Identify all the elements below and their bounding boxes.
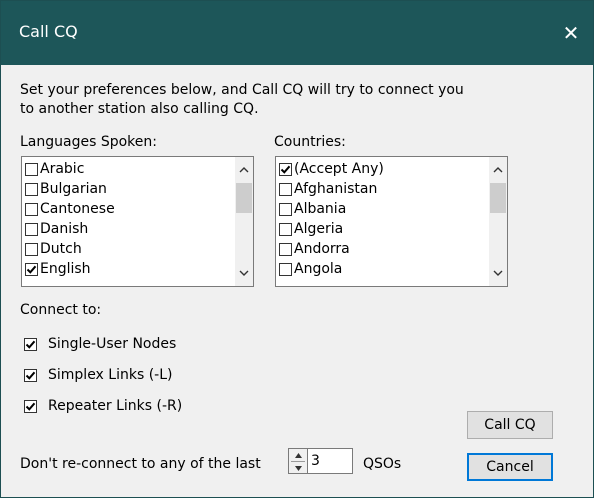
checkbox-checked[interactable] <box>25 262 38 276</box>
cancel-button[interactable]: Cancel <box>467 453 553 481</box>
list-item-label: Bulgarian <box>40 181 107 197</box>
intro-line-2: to another station also calling CQ. <box>20 101 259 117</box>
connect-option-label: Simplex Links (-L) <box>48 367 173 383</box>
qso-count-field[interactable]: 3 <box>307 448 353 474</box>
checkbox[interactable] <box>25 202 38 216</box>
countries-list: (Accept Any) Afghanistan Albania Algeria And… <box>278 159 487 279</box>
connect-option[interactable]: Single-User Nodes <box>24 336 176 352</box>
countries-label: Countries: <box>274 134 346 150</box>
list-item[interactable]: Angola <box>278 259 487 279</box>
list-item-label: Arabic <box>40 161 85 177</box>
scroll-thumb[interactable] <box>236 183 252 213</box>
checkbox-checked[interactable] <box>279 162 292 176</box>
languages-list: Arabic Bulgarian Cantonese Danish Dutch Engli… <box>24 159 233 279</box>
close-icon: ✕ <box>562 21 580 45</box>
reconnect-label: Don't re-connect to any of the last <box>20 456 261 472</box>
checkbox-checked[interactable] <box>24 368 37 382</box>
list-item[interactable]: Cantonese <box>24 199 233 219</box>
languages-label: Languages Spoken: <box>20 134 157 150</box>
scroll-thumb[interactable] <box>490 183 506 213</box>
checkbox-checked[interactable] <box>24 337 37 351</box>
checkbox-checked[interactable] <box>24 399 37 413</box>
list-item[interactable]: Bulgarian <box>24 179 233 199</box>
checkbox[interactable] <box>279 182 292 196</box>
checkbox[interactable] <box>279 242 292 256</box>
chevron-up-icon[interactable] <box>235 161 253 179</box>
connect-to-label: Connect to: <box>20 302 102 318</box>
languages-scrollbar[interactable] <box>235 157 253 286</box>
list-item[interactable]: Andorra <box>278 239 487 259</box>
intro-line-1: Set your preferences below, and Call CQ … <box>20 82 464 98</box>
list-item-label: Afghanistan <box>294 181 378 197</box>
countries-scrollbar[interactable] <box>489 157 507 286</box>
call-cq-button[interactable]: Call CQ <box>467 411 553 439</box>
checkbox[interactable] <box>279 222 292 236</box>
chevron-down-icon[interactable] <box>489 264 507 282</box>
checkmark-icon <box>280 165 291 174</box>
list-item[interactable]: English <box>24 259 233 279</box>
list-item[interactable]: Dutch <box>24 239 233 259</box>
checkmark-icon <box>25 402 36 411</box>
list-item-label: English <box>40 261 91 277</box>
chevron-down-icon[interactable] <box>235 264 253 282</box>
qso-spinner[interactable] <box>288 448 308 474</box>
list-item-label: Albania <box>294 201 347 217</box>
countries-listbox[interactable]: (Accept Any) Afghanistan Albania Algeria And… <box>275 156 508 287</box>
chevron-up-icon[interactable] <box>289 449 307 461</box>
list-item[interactable]: Danish <box>24 219 233 239</box>
list-item[interactable]: Algeria <box>278 219 487 239</box>
list-item[interactable]: Arabic <box>24 159 233 179</box>
list-item-label: Algeria <box>294 221 344 237</box>
list-item-label: Danish <box>40 221 89 237</box>
checkmark-icon <box>25 340 36 349</box>
checkbox[interactable] <box>25 242 38 256</box>
list-item-label: Andorra <box>294 241 350 257</box>
checkbox[interactable] <box>279 202 292 216</box>
window-title: Call CQ <box>19 22 78 41</box>
list-item[interactable]: Afghanistan <box>278 179 487 199</box>
connect-option-label: Repeater Links (-R) <box>48 398 183 414</box>
list-item-label: Cantonese <box>40 201 115 217</box>
checkbox[interactable] <box>25 162 38 176</box>
checkbox[interactable] <box>279 262 292 276</box>
call-cq-dialog: Call CQ ✕ Set your preferences below, an… <box>0 0 594 498</box>
checkbox[interactable] <box>25 182 38 196</box>
chevron-down-icon[interactable] <box>289 462 307 474</box>
list-item[interactable]: (Accept Any) <box>278 159 487 179</box>
connect-option-label: Single-User Nodes <box>48 336 177 352</box>
intro-text: Set your preferences below, and Call CQ … <box>20 81 520 119</box>
checkmark-icon <box>25 371 36 380</box>
qsos-label: QSOs <box>363 456 402 472</box>
languages-listbox[interactable]: Arabic Bulgarian Cantonese Danish Dutch Engli… <box>21 156 254 287</box>
list-item-label: Dutch <box>40 241 82 257</box>
connect-option[interactable]: Repeater Links (-R) <box>24 398 182 414</box>
chevron-up-icon[interactable] <box>489 161 507 179</box>
list-item-label: Angola <box>294 261 343 277</box>
checkmark-icon <box>26 265 37 274</box>
close-button[interactable]: ✕ <box>549 1 593 65</box>
list-item-label: (Accept Any) <box>294 161 384 177</box>
list-item[interactable]: Albania <box>278 199 487 219</box>
title-bar[interactable]: Call CQ ✕ <box>1 1 593 65</box>
connect-option[interactable]: Simplex Links (-L) <box>24 367 172 383</box>
checkbox[interactable] <box>25 222 38 236</box>
